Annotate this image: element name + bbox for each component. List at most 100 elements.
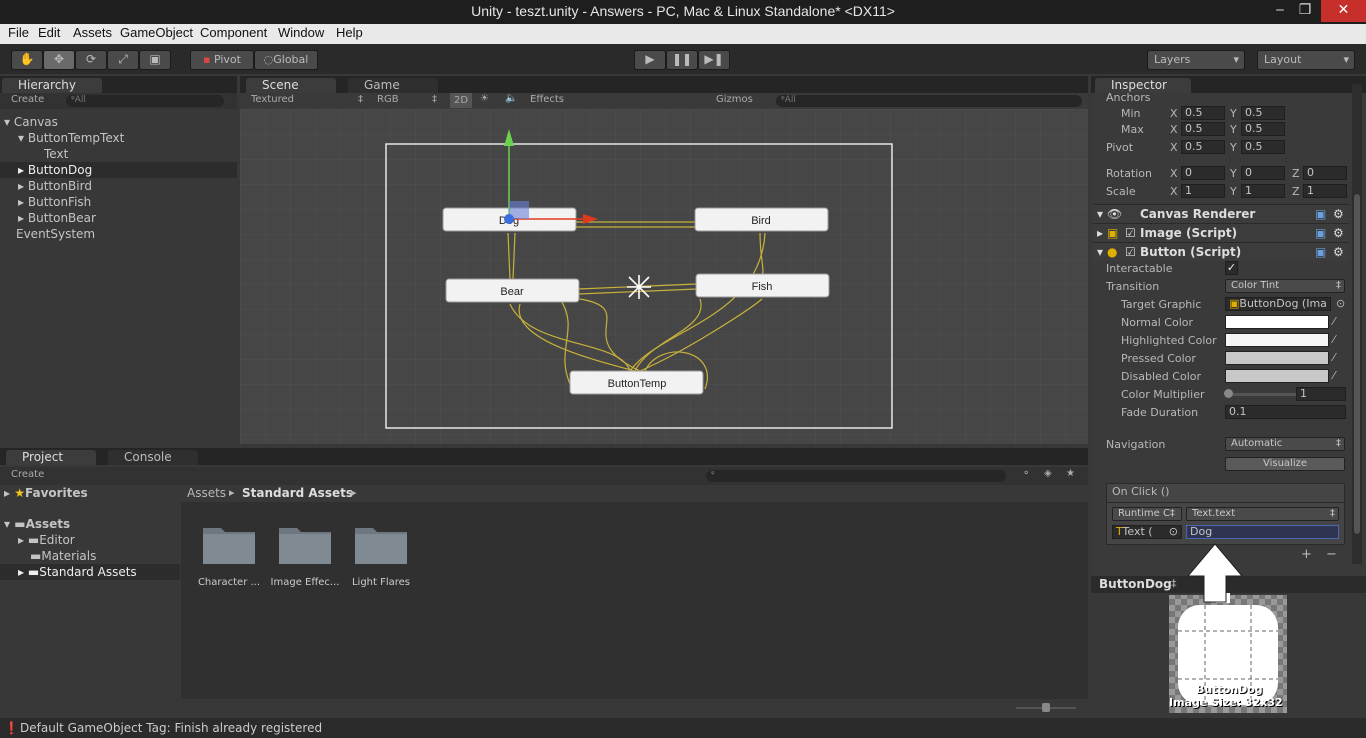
transition-dropdown[interactable]: Color Tint ‡ <box>1225 279 1345 293</box>
2d-toggle[interactable]: 2D <box>450 93 473 108</box>
audio-toggle-icon[interactable]: 🔈 <box>505 93 517 104</box>
image-component-header[interactable]: ▸ ▣ ☑ Image (Script) ▣ ⚙ <box>1093 223 1349 242</box>
scene-viewport[interactable]: Dog Bird Bear Fish ButtonTemp <box>240 109 1088 444</box>
tab-console[interactable]: Console <box>108 450 198 465</box>
menu-assets[interactable]: Assets <box>73 25 112 40</box>
gear-icon[interactable]: ⚙ <box>1333 224 1344 242</box>
help-icon[interactable]: ▣ <box>1315 205 1326 223</box>
gear-icon[interactable]: ⚙ <box>1333 243 1344 261</box>
status-message[interactable]: Default GameObject Tag: Finish already r… <box>20 721 322 735</box>
target-object-field[interactable]: TText (⊙ <box>1112 525 1182 539</box>
effects-dropdown[interactable]: Effects <box>530 94 564 105</box>
help-icon[interactable]: ▣ <box>1315 224 1326 242</box>
menu-window[interactable]: Window <box>278 25 324 40</box>
tab-scene[interactable]: Scene <box>246 78 336 93</box>
global-toggle[interactable]: ◌Global <box>254 50 318 70</box>
assets-root-item[interactable]: ▾ ▬Assets <box>0 516 180 532</box>
rotate-tool-button[interactable]: ⟳ <box>75 50 107 70</box>
filter-label-icon[interactable]: ◈ <box>1044 468 1052 479</box>
tree-item-standard-assets[interactable]: ▸ ▬Standard Assets <box>0 564 180 580</box>
pause-button[interactable]: ❚❚ <box>666 50 698 70</box>
target-graphic-field[interactable]: ▣ButtonDog (Ima <box>1225 297 1331 311</box>
play-button[interactable]: ▶ <box>634 50 666 70</box>
hand-tool-button[interactable]: ✋ <box>11 50 43 70</box>
step-button[interactable]: ▶❚ <box>698 50 730 70</box>
eyedropper-icon[interactable]: ⁄ <box>1333 333 1335 346</box>
color-multiplier-thumb[interactable] <box>1224 389 1233 398</box>
hierarchy-search-input[interactable]: ᵠAll <box>66 95 224 107</box>
help-icon[interactable]: ▣ <box>1315 243 1326 261</box>
favorite-star-icon[interactable]: ★ <box>1066 468 1075 479</box>
hierarchy-item-buttonfish[interactable]: ▸ ButtonFish <box>0 194 237 210</box>
runtime-dropdown[interactable]: Runtime C‡ <box>1112 507 1182 521</box>
pivot-toggle[interactable]: ▪ Pivot <box>190 50 254 70</box>
tab-hierarchy[interactable]: Hierarchy <box>2 78 102 93</box>
scene-search-input[interactable]: ᵠAll <box>776 95 1082 107</box>
hierarchy-item-canvas[interactable]: ▾ Canvas <box>0 114 237 130</box>
project-create-button[interactable]: Create <box>11 469 44 480</box>
pressed-color-swatch[interactable] <box>1225 351 1329 365</box>
object-picker-icon[interactable]: ⊙ <box>1336 297 1345 310</box>
function-dropdown[interactable]: Text.text ‡ <box>1186 507 1339 521</box>
interactable-checkbox[interactable]: ✓ <box>1225 261 1238 275</box>
eyedropper-icon[interactable]: ⁄ <box>1333 351 1335 364</box>
hierarchy-item-text[interactable]: Text <box>0 146 237 162</box>
pivot-x-field[interactable]: 0.5 <box>1181 140 1225 154</box>
layers-dropdown[interactable]: Layers ▾ <box>1147 50 1245 70</box>
rect-tool-button[interactable]: ▣ <box>139 50 171 70</box>
menu-component[interactable]: Component <box>200 25 267 40</box>
hierarchy-item-buttonbird[interactable]: ▸ ButtonBird <box>0 178 237 194</box>
button-component-header[interactable]: ▾ ● ☑ Button (Script) ▣ ⚙ <box>1093 242 1349 261</box>
anchor-min-x-field[interactable]: 0.5 <box>1181 106 1225 120</box>
menu-gameobject[interactable]: GameObject <box>120 25 193 40</box>
hierarchy-create-button[interactable]: Create <box>11 94 44 105</box>
rotation-y-field[interactable]: 0 <box>1241 166 1285 180</box>
tree-item-editor[interactable]: ▸ ▬Editor <box>0 532 180 548</box>
navigation-dropdown[interactable]: Automatic ‡ <box>1225 437 1345 451</box>
menu-edit[interactable]: Edit <box>38 25 60 40</box>
color-multiplier-slider[interactable] <box>1228 393 1296 396</box>
canvas-renderer-header[interactable]: ▾ 👁 Canvas Renderer ▣ ⚙ <box>1093 204 1349 223</box>
scale-x-field[interactable]: 1 <box>1181 184 1225 198</box>
shading-mode-dropdown[interactable]: Textured <box>251 94 294 105</box>
favorites-item[interactable]: ▸ ★Favorites <box>0 485 180 501</box>
add-listener-button[interactable]: + <box>1301 547 1312 562</box>
tab-game[interactable]: Game <box>348 78 438 93</box>
move-tool-button[interactable]: ✥ <box>43 50 75 70</box>
anchors-label[interactable]: Anchors <box>1106 91 1151 104</box>
argument-input[interactable]: Dog <box>1186 525 1339 539</box>
visualize-button[interactable]: Visualize <box>1225 457 1345 471</box>
rotation-z-field[interactable]: 0 <box>1303 166 1347 180</box>
hierarchy-item-buttontemptext[interactable]: ▾ ButtonTempText <box>0 130 237 146</box>
hierarchy-item-eventsystem[interactable]: EventSystem <box>0 226 237 242</box>
enabled-checkbox[interactable]: ☑ <box>1125 224 1136 242</box>
anchor-max-x-field[interactable]: 0.5 <box>1181 122 1225 136</box>
color-multiplier-field[interactable]: 1 <box>1296 387 1346 401</box>
menu-file[interactable]: File <box>8 25 29 40</box>
maximize-button[interactable]: ❐ <box>1290 0 1320 22</box>
rotation-x-field[interactable]: 0 <box>1181 166 1225 180</box>
gear-icon[interactable]: ⚙ <box>1333 205 1344 223</box>
icon-size-slider-thumb[interactable] <box>1042 703 1050 712</box>
render-mode-dropdown[interactable]: RGB <box>377 94 399 105</box>
pivot-y-field[interactable]: 0.5 <box>1241 140 1285 154</box>
rect-pivot-icon[interactable] <box>627 275 651 299</box>
scale-y-field[interactable]: 1 <box>1241 184 1285 198</box>
anchor-min-y-field[interactable]: 0.5 <box>1241 106 1285 120</box>
scale-z-field[interactable]: 1 <box>1303 184 1347 198</box>
remove-listener-button[interactable]: − <box>1326 547 1337 562</box>
breadcrumb-assets[interactable]: Assets <box>187 486 226 500</box>
gizmos-dropdown[interactable]: Gizmos <box>716 94 753 105</box>
close-button[interactable]: ✕ <box>1321 0 1366 22</box>
project-search-input[interactable]: ᵠ <box>706 470 1006 482</box>
disabled-color-swatch[interactable] <box>1225 369 1329 383</box>
normal-color-swatch[interactable] <box>1225 315 1329 329</box>
tree-item-materials[interactable]: ▬Materials <box>0 548 180 564</box>
breadcrumb-standard-assets[interactable]: Standard Assets <box>242 486 353 500</box>
anchor-max-y-field[interactable]: 0.5 <box>1241 122 1285 136</box>
fade-duration-field[interactable]: 0.1 <box>1225 405 1346 419</box>
tab-project[interactable]: Project <box>6 450 96 465</box>
filter-type-icon[interactable]: ⚬ <box>1022 468 1030 479</box>
scale-tool-button[interactable]: ⤢ <box>107 50 139 70</box>
eyedropper-icon[interactable]: ⁄ <box>1333 315 1335 328</box>
